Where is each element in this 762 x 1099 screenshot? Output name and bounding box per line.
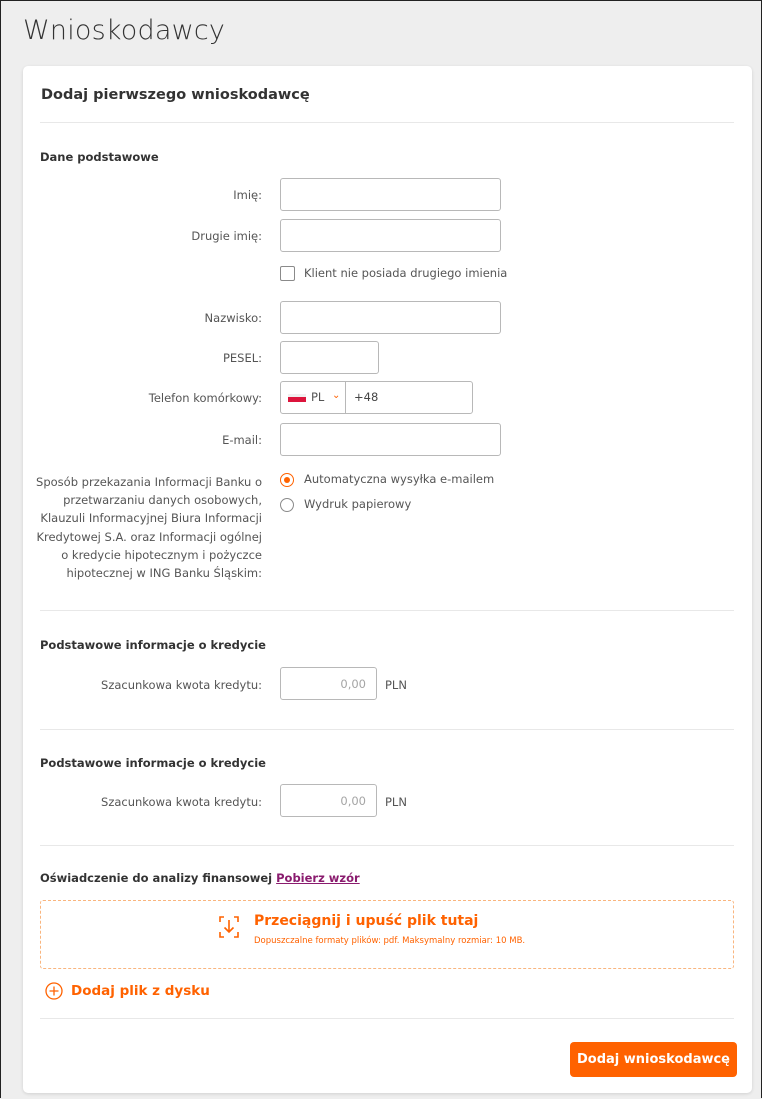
plus-circle-icon bbox=[45, 982, 63, 1000]
chevron-down-icon: ⌄ bbox=[332, 390, 341, 401]
currency-label: PLN bbox=[385, 678, 407, 692]
no-second-name-checkbox[interactable] bbox=[280, 266, 295, 281]
card-title: Dodaj pierwszego wnioskodawcę bbox=[41, 87, 310, 103]
phone-field: PL ⌄ +48 bbox=[280, 381, 473, 414]
email-input[interactable] bbox=[280, 423, 501, 456]
first-name-input[interactable] bbox=[280, 178, 501, 211]
radio-email-delivery[interactable] bbox=[280, 473, 294, 487]
last-name-input[interactable] bbox=[280, 301, 501, 334]
email-label: E-mail: bbox=[222, 433, 262, 447]
loan-amount-label: Szacunkowa kwota kredytu: bbox=[101, 795, 262, 809]
applicant-form-card: Dodaj pierwszego wnioskodawcę Dane podst… bbox=[23, 66, 752, 1093]
upload-arrow-icon bbox=[219, 916, 239, 938]
divider bbox=[40, 729, 734, 730]
financial-statement-label: Oświadczenie do analizy finansowej Pobier… bbox=[40, 871, 360, 885]
page-title: Wnioskodawcy bbox=[23, 15, 226, 46]
download-template-link[interactable]: Pobierz wzór bbox=[276, 871, 360, 885]
first-name-label: Imię: bbox=[233, 188, 262, 202]
loan-amount-value: 0,00 bbox=[340, 677, 366, 691]
loan-amount-input[interactable]: 0,00 bbox=[280, 667, 377, 700]
poland-flag-icon bbox=[288, 394, 306, 402]
dropzone-title: Przeciągnij i upuść plik tutaj bbox=[254, 913, 479, 929]
divider bbox=[40, 1018, 734, 1019]
delivery-method-label: Sposób przekazania Informacji Banku o pr… bbox=[36, 475, 262, 581]
file-dropzone[interactable]: Przeciągnij i upuść plik tutaj Dopuszcza… bbox=[40, 900, 734, 969]
pesel-input[interactable] bbox=[280, 341, 379, 374]
loan-amount-label: Szacunkowa kwota kredytu: bbox=[101, 678, 262, 692]
financial-statement-text: Oświadczenie do analizy finansowej bbox=[40, 871, 273, 885]
no-second-name-label: Klient nie posiada drugiego imienia bbox=[304, 266, 508, 280]
section-title-credit: Podstawowe informacje o kredycie bbox=[40, 756, 266, 770]
divider bbox=[40, 122, 734, 123]
loan-amount-input[interactable]: 0,00 bbox=[280, 784, 377, 817]
country-code-label: PL bbox=[311, 390, 325, 404]
last-name-label: Nazwisko: bbox=[204, 311, 262, 325]
loan-amount-value: 0,00 bbox=[340, 794, 366, 808]
radio-paper-delivery[interactable] bbox=[280, 498, 294, 512]
dropzone-subtitle: Dopuszczalne formaty plików: pdf. Maksym… bbox=[254, 936, 526, 946]
add-file-label: Dodaj plik z dysku bbox=[71, 983, 210, 999]
country-code-select[interactable]: PL ⌄ bbox=[281, 382, 346, 413]
section-title-basic: Dane podstawowe bbox=[40, 150, 159, 164]
divider bbox=[40, 845, 734, 846]
phone-prefix[interactable]: +48 bbox=[354, 390, 378, 404]
pesel-label: PESEL: bbox=[222, 351, 262, 365]
radio-paper-delivery-label: Wydruk papierowy bbox=[304, 497, 412, 511]
section-title-credit: Podstawowe informacje o kredycie bbox=[40, 638, 266, 652]
radio-email-delivery-label: Automatyczna wysyłka e-mailem bbox=[304, 472, 495, 486]
divider bbox=[40, 610, 734, 611]
phone-label: Telefon komórkowy: bbox=[148, 391, 262, 405]
second-name-label: Drugie imię: bbox=[191, 229, 262, 243]
add-applicant-button[interactable]: Dodaj wnioskodawcę bbox=[570, 1042, 737, 1077]
currency-label: PLN bbox=[385, 795, 407, 809]
second-name-input[interactable] bbox=[280, 219, 501, 252]
